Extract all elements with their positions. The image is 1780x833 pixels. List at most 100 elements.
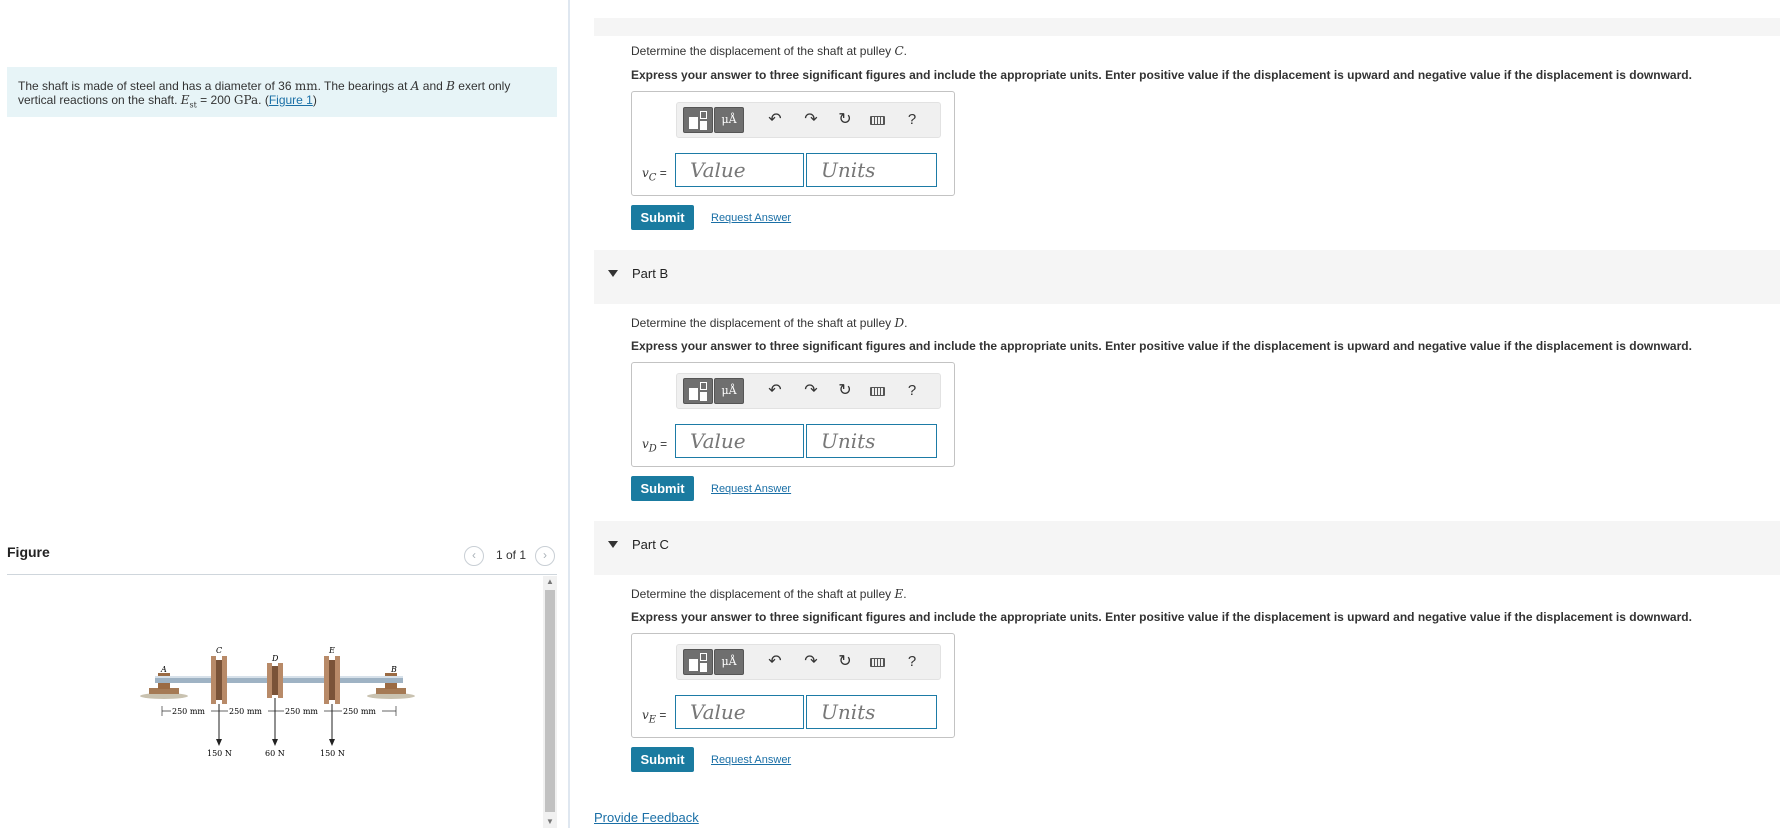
provide-feedback-link[interactable]: Provide Feedback bbox=[594, 810, 699, 825]
submit-button[interactable]: Submit bbox=[631, 747, 694, 772]
reset-icon[interactable]: ↻ bbox=[834, 110, 856, 130]
figure-scrollbar[interactable]: ▲ ▼ bbox=[543, 576, 557, 828]
label-a: A bbox=[160, 665, 167, 674]
intro-sub-st: st bbox=[189, 100, 197, 110]
part-c-instructions: Express your answer to three significant… bbox=[631, 610, 1692, 624]
arrow-head bbox=[272, 739, 278, 746]
load-arrows bbox=[218, 698, 333, 741]
value-input[interactable]: Value bbox=[675, 424, 804, 458]
math-toolbar: μÅ ↶ ↷ ↻ ? bbox=[676, 644, 941, 680]
figure-prev-button[interactable]: ‹ bbox=[464, 546, 484, 566]
units-button[interactable]: μÅ bbox=[714, 107, 744, 133]
figure-next-button[interactable]: › bbox=[535, 546, 555, 566]
redo-icon[interactable]: ↷ bbox=[800, 381, 822, 401]
templates-button[interactable] bbox=[683, 378, 713, 404]
undo-icon[interactable]: ↶ bbox=[764, 652, 786, 672]
units-input[interactable]: Units bbox=[806, 424, 937, 458]
dim-label: 250 mm bbox=[343, 707, 376, 716]
redo-icon[interactable]: ↷ bbox=[800, 110, 822, 130]
intro-text: . The bearings at bbox=[317, 79, 411, 93]
keyboard-icon[interactable] bbox=[867, 381, 889, 401]
math-toolbar: μÅ ↶ ↷ ↻ ? bbox=[676, 102, 941, 138]
request-answer-link[interactable]: Request Answer bbox=[711, 754, 791, 766]
left-panel: The shaft is made of steel and has a dia… bbox=[0, 0, 568, 828]
help-icon[interactable]: ? bbox=[901, 652, 923, 672]
keyboard-icon[interactable] bbox=[867, 110, 889, 130]
part-c-answer-box: μÅ ↶ ↷ ↻ ? vE = Value Units bbox=[631, 633, 955, 738]
shaft-figure: A B C D E 250 mm 250 mm 250 mm 250 mm 15… bbox=[140, 646, 415, 758]
intro-text: and bbox=[419, 79, 447, 93]
part-a-instructions: Express your answer to three significant… bbox=[631, 68, 1692, 82]
caret-down-icon bbox=[608, 270, 618, 277]
math-toolbar: μÅ ↶ ↷ ↻ ? bbox=[676, 373, 941, 409]
submit-button[interactable]: Submit bbox=[631, 476, 694, 501]
caret-down-icon bbox=[608, 541, 618, 548]
intro-text: = 200 bbox=[196, 93, 234, 107]
keyboard-icon[interactable] bbox=[867, 652, 889, 672]
units-button[interactable]: μÅ bbox=[714, 649, 744, 675]
dim-label: 250 mm bbox=[285, 707, 318, 716]
part-b-header[interactable]: Part B bbox=[594, 250, 1780, 304]
answer-variable: vE = bbox=[642, 708, 667, 726]
intro-text: . ( bbox=[258, 93, 269, 107]
label-b: B bbox=[390, 665, 397, 674]
value-input[interactable]: Value bbox=[675, 153, 804, 187]
scroll-up-icon[interactable]: ▲ bbox=[543, 576, 557, 588]
reset-icon[interactable]: ↻ bbox=[834, 381, 856, 401]
part-c-label: Part C bbox=[632, 537, 669, 552]
pulley-c bbox=[211, 656, 227, 704]
units-input[interactable]: Units bbox=[806, 695, 937, 729]
label-c: C bbox=[216, 646, 222, 655]
request-answer-link[interactable]: Request Answer bbox=[711, 212, 791, 224]
pulley-e bbox=[324, 656, 340, 704]
intro-text: The shaft is made of steel and has a dia… bbox=[18, 79, 295, 93]
part-c-question: Determine the displacement of the shaft … bbox=[631, 587, 907, 601]
help-icon[interactable]: ? bbox=[901, 110, 923, 130]
value-input[interactable]: Value bbox=[675, 695, 804, 729]
chevron-right-icon: › bbox=[543, 548, 547, 562]
load-label-e: 150 N bbox=[320, 749, 345, 758]
intro-unit-mm: mm bbox=[294, 79, 318, 93]
right-panel: Determine the displacement of the shaft … bbox=[570, 0, 1780, 828]
part-b-label: Part B bbox=[632, 266, 669, 281]
scroll-thumb[interactable] bbox=[545, 590, 555, 812]
intro-var-b: B bbox=[446, 79, 455, 93]
pulley-d bbox=[267, 663, 283, 698]
part-a-answer-box: μÅ ↶ ↷ ↻ ? vC = Value Units bbox=[631, 91, 955, 196]
request-answer-link[interactable]: Request Answer bbox=[711, 483, 791, 495]
label-e: E bbox=[328, 646, 335, 655]
scroll-down-icon[interactable]: ▼ bbox=[543, 816, 557, 828]
label-d: D bbox=[271, 654, 279, 663]
chevron-left-icon: ‹ bbox=[472, 548, 476, 562]
intro-unit-gpa: GPa bbox=[233, 93, 259, 107]
problem-statement: The shaft is made of steel and has a dia… bbox=[7, 67, 557, 117]
dim-label: 250 mm bbox=[172, 707, 205, 716]
load-label-d: 60 N bbox=[265, 749, 285, 758]
intro-text: ) bbox=[312, 93, 317, 107]
reset-icon[interactable]: ↻ bbox=[834, 652, 856, 672]
part-b-instructions: Express your answer to three significant… bbox=[631, 339, 1692, 353]
part-a-question: Determine the displacement of the shaft … bbox=[631, 44, 908, 58]
templates-button[interactable] bbox=[683, 107, 713, 133]
arrow-head bbox=[216, 739, 222, 746]
intro-var-e: E bbox=[180, 93, 190, 107]
answer-variable: vC = bbox=[642, 166, 667, 184]
arrow-head bbox=[329, 739, 335, 746]
help-icon[interactable]: ? bbox=[901, 381, 923, 401]
dim-label: 250 mm bbox=[229, 707, 262, 716]
templates-button[interactable] bbox=[683, 649, 713, 675]
figure-title: Figure bbox=[7, 544, 50, 560]
part-b-answer-box: μÅ ↶ ↷ ↻ ? vD = Value Units bbox=[631, 362, 955, 467]
submit-button[interactable]: Submit bbox=[631, 205, 694, 230]
undo-icon[interactable]: ↶ bbox=[764, 381, 786, 401]
part-a-header bbox=[594, 18, 1780, 36]
answer-variable: vD = bbox=[642, 437, 668, 455]
undo-icon[interactable]: ↶ bbox=[764, 110, 786, 130]
figure-count: 1 of 1 bbox=[496, 548, 527, 562]
units-button[interactable]: μÅ bbox=[714, 378, 744, 404]
figure-1-link[interactable]: Figure 1 bbox=[269, 93, 313, 107]
load-label-c: 150 N bbox=[207, 749, 232, 758]
units-input[interactable]: Units bbox=[806, 153, 937, 187]
part-c-header[interactable]: Part C bbox=[594, 521, 1780, 575]
redo-icon[interactable]: ↷ bbox=[800, 652, 822, 672]
